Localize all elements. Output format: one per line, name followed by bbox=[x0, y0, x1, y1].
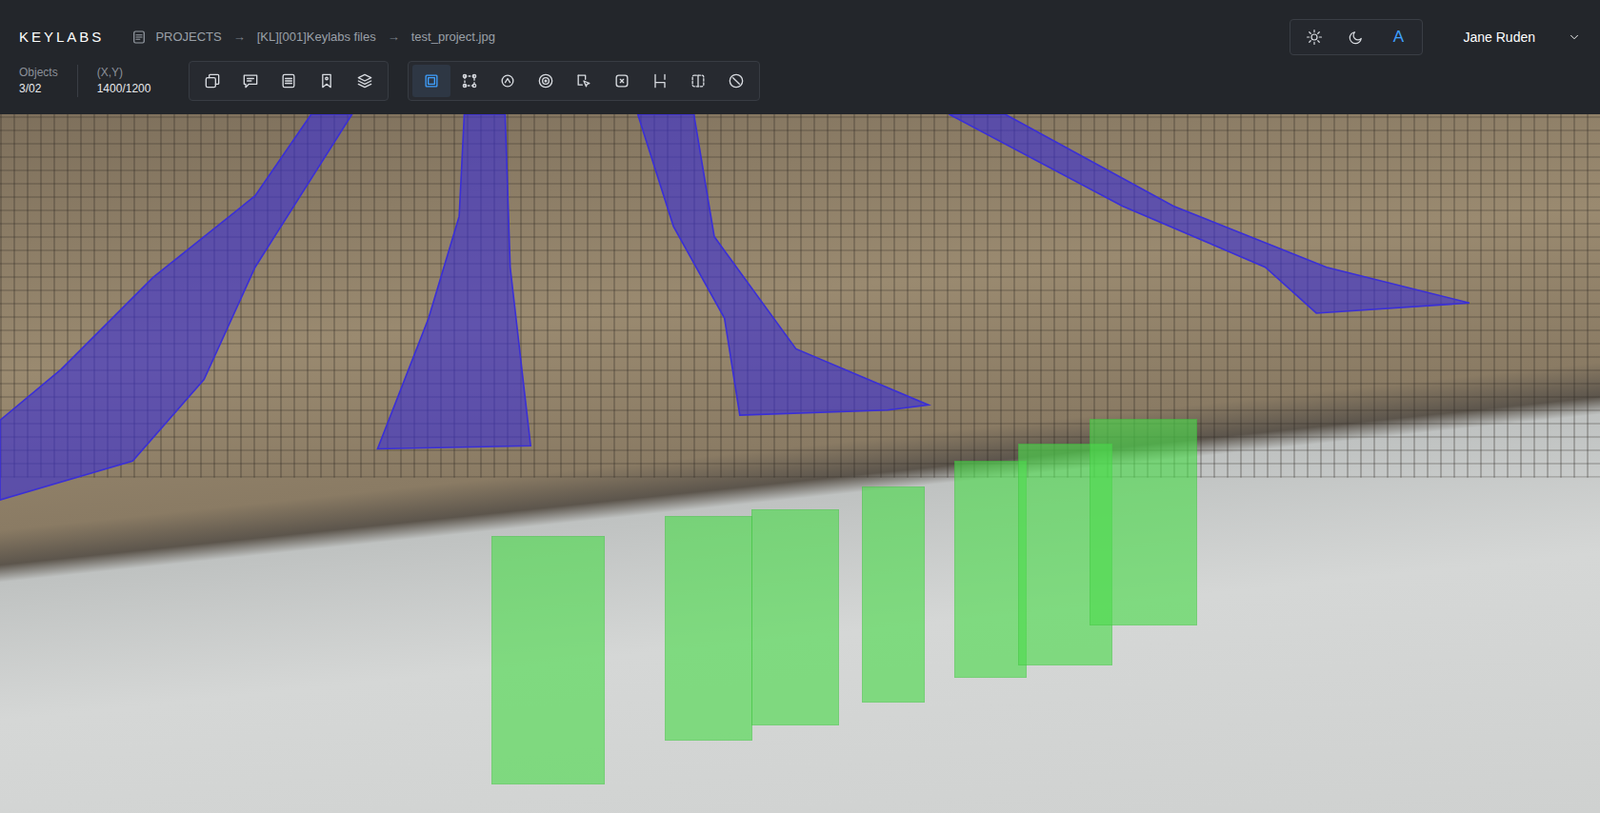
tag-icon bbox=[317, 71, 337, 91]
theme-button[interactable] bbox=[1296, 22, 1333, 52]
tool-button[interactable] bbox=[717, 64, 756, 98]
polygon-annotation[interactable] bbox=[948, 114, 1469, 314]
app-logo: KEYLABS bbox=[19, 26, 104, 49]
tool-button[interactable] bbox=[307, 64, 346, 98]
chevron-down-icon bbox=[1567, 30, 1581, 44]
moon-icon bbox=[1347, 28, 1365, 46]
points-icon bbox=[460, 71, 480, 91]
comment-icon bbox=[240, 71, 260, 91]
box-annotation[interactable] bbox=[1089, 419, 1198, 626]
theme-label: A bbox=[1393, 24, 1404, 50]
tool-button[interactable] bbox=[450, 64, 489, 98]
user-name: Jane Ruden bbox=[1462, 27, 1536, 48]
tool-button[interactable] bbox=[640, 64, 680, 98]
stat-label: Objects bbox=[19, 64, 59, 80]
tool-button[interactable] bbox=[602, 64, 641, 98]
list-icon bbox=[279, 71, 299, 91]
top-header: KEYLABS PROJECTS → [KL][001]Keylabs files → t… bbox=[0, 0, 1600, 115]
smart-icon bbox=[574, 71, 594, 91]
stat: Objects3/02 bbox=[19, 64, 78, 98]
breadcrumb-item[interactable]: PROJECTS bbox=[155, 27, 221, 47]
breadcrumb: PROJECTS → [KL][001]Keylabs files → test_pro… bbox=[130, 27, 496, 47]
breadcrumb-separator: → bbox=[387, 27, 400, 47]
layers-icon bbox=[355, 71, 375, 91]
box-annotation[interactable] bbox=[664, 516, 753, 741]
projects-icon bbox=[130, 28, 148, 46]
box-annotation[interactable] bbox=[954, 460, 1027, 679]
tool-button[interactable] bbox=[526, 64, 565, 98]
breadcrumb-item[interactable]: test_project.jpg bbox=[411, 27, 496, 47]
stat: (X,Y)1400/1200 bbox=[77, 64, 171, 98]
box-annotation[interactable] bbox=[751, 509, 840, 725]
box-annotation[interactable] bbox=[861, 486, 924, 703]
theme-button[interactable] bbox=[1338, 22, 1375, 52]
user-menu[interactable]: Jane Ruden bbox=[1422, 27, 1581, 48]
polygon-annotation[interactable] bbox=[0, 114, 353, 500]
stat-value: 1400/1200 bbox=[97, 80, 152, 98]
tool-group bbox=[188, 60, 389, 101]
breadcrumb-separator: → bbox=[233, 27, 246, 47]
theme-button[interactable]: A bbox=[1380, 22, 1417, 52]
tool-button[interactable] bbox=[193, 64, 232, 98]
breadcrumb-item[interactable]: [KL][001]Keylabs files bbox=[257, 27, 377, 47]
polygon-annotation[interactable] bbox=[638, 114, 929, 416]
target-icon bbox=[536, 71, 556, 91]
header-row: KEYLABS PROJECTS → [KL][001]Keylabs files → t… bbox=[19, 17, 1581, 58]
polygon-annotation[interactable] bbox=[377, 114, 531, 449]
box-annotation[interactable] bbox=[491, 536, 605, 785]
sun-icon bbox=[1305, 28, 1323, 46]
tool-button[interactable] bbox=[564, 64, 603, 98]
ruler-icon bbox=[726, 71, 746, 91]
tool-button[interactable] bbox=[488, 64, 527, 98]
skeleton-icon bbox=[650, 71, 670, 91]
bbox-icon bbox=[421, 71, 441, 91]
image-canvas[interactable] bbox=[0, 114, 1600, 813]
stat-label: (X,Y) bbox=[97, 64, 152, 80]
header-right: A Jane Ruden bbox=[1289, 19, 1581, 56]
stat-value: 3/02 bbox=[19, 80, 59, 98]
tool-button[interactable] bbox=[269, 64, 308, 98]
toolbar-row: Objects3/02(X,Y)1400/1200 bbox=[19, 60, 1581, 101]
tool-button[interactable] bbox=[679, 64, 718, 98]
segment-icon bbox=[688, 71, 708, 91]
tool-group bbox=[407, 60, 760, 101]
lasso-icon bbox=[498, 71, 518, 91]
theme-switch: A bbox=[1289, 19, 1423, 56]
copy-icon bbox=[202, 71, 222, 91]
tool-button[interactable] bbox=[345, 64, 384, 98]
cursor-icon bbox=[612, 71, 632, 91]
tool-button[interactable] bbox=[231, 64, 270, 98]
tool-button[interactable] bbox=[412, 64, 451, 98]
